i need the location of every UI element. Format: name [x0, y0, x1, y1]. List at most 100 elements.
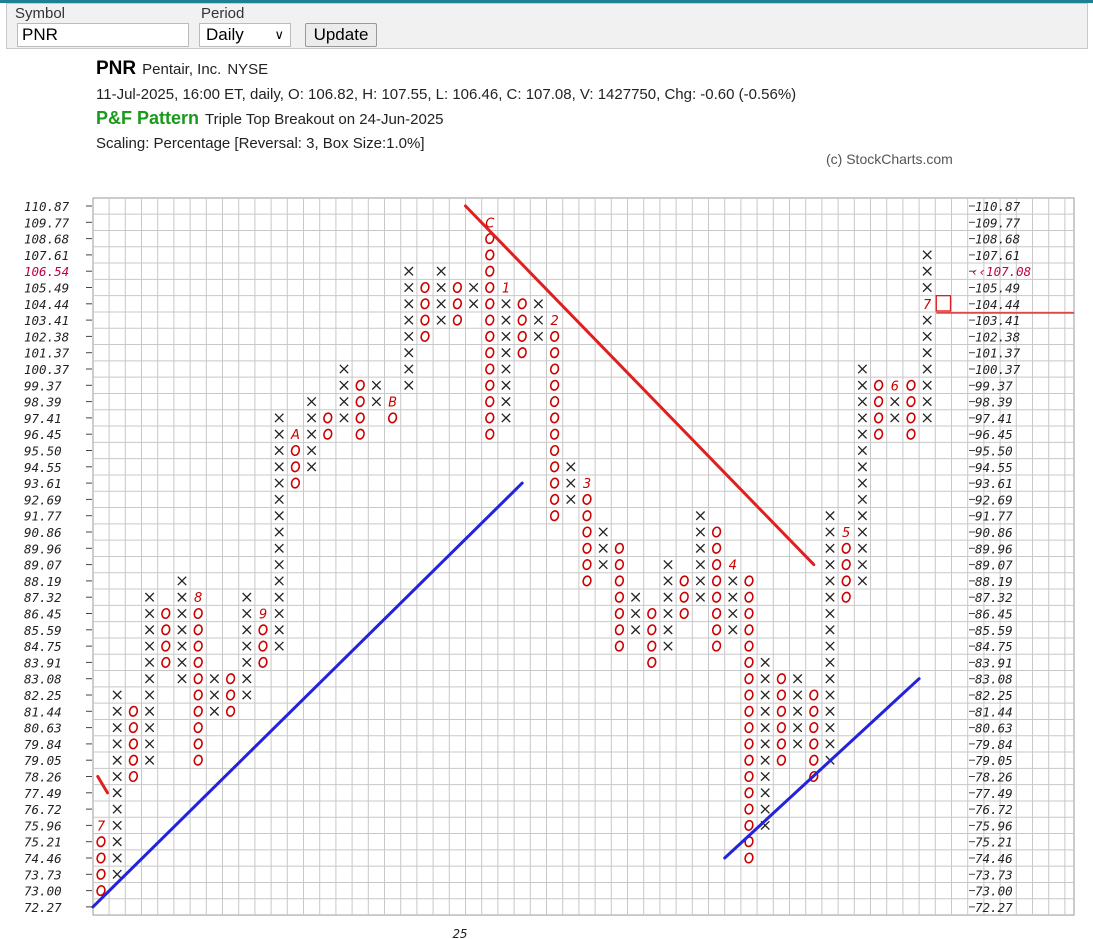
- axis-tick-label-left: 73.73: [24, 867, 62, 882]
- axis-tick-label-right: 99.37: [975, 378, 1013, 393]
- month-marker: B: [388, 396, 397, 411]
- axis-tick-label-left: 91.77: [24, 509, 62, 524]
- axis-tick-label-left: 110.87: [24, 199, 70, 214]
- x-axis-label: 25: [452, 926, 467, 939]
- axis-tick-label-left: 107.61: [24, 248, 69, 263]
- axis-tick-label-right: 109.77: [975, 215, 1021, 230]
- axis-tick-label-left: 90.86: [24, 525, 62, 540]
- axis-tick-label-left: 79.84: [24, 737, 62, 752]
- axis-tick-label-left: 75.96: [24, 818, 62, 833]
- pf-chart: 110.87 110.87109.77 109.77108.68 108.68107.…: [24, 197, 1075, 939]
- axis-tick-label-right: 83.91: [975, 655, 1013, 670]
- axis-tick-label-right: 85.59: [975, 623, 1013, 638]
- axis-tick-label-right: 98.39: [975, 395, 1013, 410]
- axis-tick-label-right: 92.69: [975, 492, 1013, 507]
- axis-tick-label-right: 82.25: [975, 688, 1013, 703]
- axis-tick-label-left: 101.37: [24, 346, 70, 361]
- axis-tick-label-right: 107.61: [975, 248, 1020, 263]
- axis-tick-label-left: 104.44: [24, 297, 69, 312]
- axis-tick-label-left: 102.38: [24, 329, 69, 344]
- axis-tick-label-left: 83.08: [24, 672, 62, 687]
- axis-tick-label-left: 99.37: [24, 378, 62, 393]
- month-marker: 4: [729, 559, 737, 574]
- axis-tick-label-left: 81.44: [24, 704, 62, 719]
- axis-tick-label-right: 90.86: [975, 525, 1013, 540]
- month-marker: 6: [891, 379, 899, 394]
- month-marker: 9: [259, 608, 267, 623]
- axis-tick-label-right: 87.32: [975, 590, 1013, 605]
- axis-tick-label-right: 79.05: [975, 753, 1013, 768]
- axis-tick-label-right: 95.50: [975, 444, 1013, 459]
- axis-tick-label-right: 97.41: [975, 411, 1013, 426]
- axis-tick-label-left: 96.45: [24, 427, 62, 442]
- axis-tick-label-left: 72.27: [24, 900, 62, 915]
- axis-tick-label-left: 78.26: [24, 770, 62, 785]
- axis-tick-label-right: 80.63: [975, 721, 1013, 736]
- axis-tick-label-left: 80.63: [24, 721, 62, 736]
- axis-tick-label-right: 83.08: [975, 672, 1013, 687]
- month-marker: 1: [502, 282, 510, 297]
- axis-tick-label-right: 84.75: [975, 639, 1013, 654]
- month-marker: A: [290, 428, 300, 443]
- axis-tick-label-left: 105.49: [24, 281, 69, 296]
- axis-tick-label-right: 104.44: [975, 297, 1020, 312]
- axis-tick-label-right: 73.00: [975, 884, 1013, 899]
- axis-tick-label-right: 93.61: [975, 476, 1013, 491]
- axis-tick-label-right: 72.27: [975, 900, 1013, 915]
- axis-tick-label-left: 89.07: [24, 558, 62, 573]
- axis-tick-label-right: 86.45: [975, 607, 1013, 622]
- axis-tick-label-left: 108.68: [24, 232, 69, 247]
- axis-tick-label-right: 101.37: [975, 346, 1021, 361]
- axis-tick-label-right: 103.41: [975, 313, 1020, 328]
- month-marker: 5: [842, 526, 850, 541]
- axis-tick-label-right: 73.73: [975, 867, 1013, 882]
- axis-tick-label-right: 75.21: [975, 835, 1013, 850]
- axis-tick-label-right: 94.55: [975, 460, 1013, 475]
- axis-tick-label-right: 105.49: [975, 281, 1020, 296]
- axis-tick-label-left: 84.75: [24, 639, 62, 654]
- axis-tick-label-right: 102.38: [975, 329, 1020, 344]
- axis-tick-label-right: 110.87: [975, 199, 1021, 214]
- axis-tick-label-right: 100.37: [975, 362, 1021, 377]
- axis-tick-label-right: 91.77: [975, 509, 1013, 524]
- month-marker: 2: [550, 314, 558, 329]
- axis-tick-label-left: 98.39: [24, 395, 62, 410]
- axis-tick-label-left: 79.05: [24, 753, 62, 768]
- axis-tick-label-left: 74.46: [24, 851, 62, 866]
- axis-tick-label-left: 87.32: [24, 590, 62, 605]
- axis-tick-label-left: 89.96: [24, 541, 62, 556]
- axis-tick-label-left: 75.21: [24, 835, 62, 850]
- axis-tick-label-left: 103.41: [24, 313, 69, 328]
- axis-tick-label-left: 86.45: [24, 607, 62, 622]
- axis-tick-label-right: 74.46: [975, 851, 1013, 866]
- axis-tick-label-left: 100.37: [24, 362, 70, 377]
- last-price-label: ‹‹107.08: [971, 264, 1031, 279]
- axis-tick-label-right: 89.07: [975, 558, 1013, 573]
- axis-tick-label-right: 81.44: [975, 704, 1013, 719]
- axis-tick-label-left: 73.00: [24, 884, 62, 899]
- axis-tick-label-left: 106.54: [24, 264, 69, 279]
- axis-tick-label-right: 76.72: [975, 802, 1013, 817]
- axis-tick-label-right: 78.26: [975, 770, 1013, 785]
- axis-tick-label-left: 97.41: [24, 411, 62, 426]
- axis-tick-label-right: 75.96: [975, 818, 1013, 833]
- axis-tick-label-left: 76.72: [24, 802, 62, 817]
- axis-tick-label-left: 82.25: [24, 688, 62, 703]
- axis-tick-label-right: 89.96: [975, 541, 1013, 556]
- month-marker: 3: [583, 477, 591, 492]
- axis-tick-label-left: 109.77: [24, 215, 70, 230]
- month-marker: 7: [923, 298, 932, 313]
- axis-tick-label-right: 96.45: [975, 427, 1013, 442]
- axis-tick-label-right: 108.68: [975, 232, 1020, 247]
- axis-tick-label-left: 77.49: [24, 786, 62, 801]
- axis-tick-label-left: 95.50: [24, 444, 62, 459]
- axis-tick-label-left: 85.59: [24, 623, 62, 638]
- axis-tick-label-left: 83.91: [24, 655, 62, 670]
- axis-tick-label-left: 94.55: [24, 460, 62, 475]
- axis-tick-label-left: 93.61: [24, 476, 62, 491]
- month-marker: 8: [194, 591, 202, 606]
- axis-tick-label-left: 88.19: [24, 574, 62, 589]
- axis-tick-label-left: 92.69: [24, 492, 62, 507]
- axis-tick-label-right: 77.49: [975, 786, 1013, 801]
- axis-tick-label-right: 88.19: [975, 574, 1013, 589]
